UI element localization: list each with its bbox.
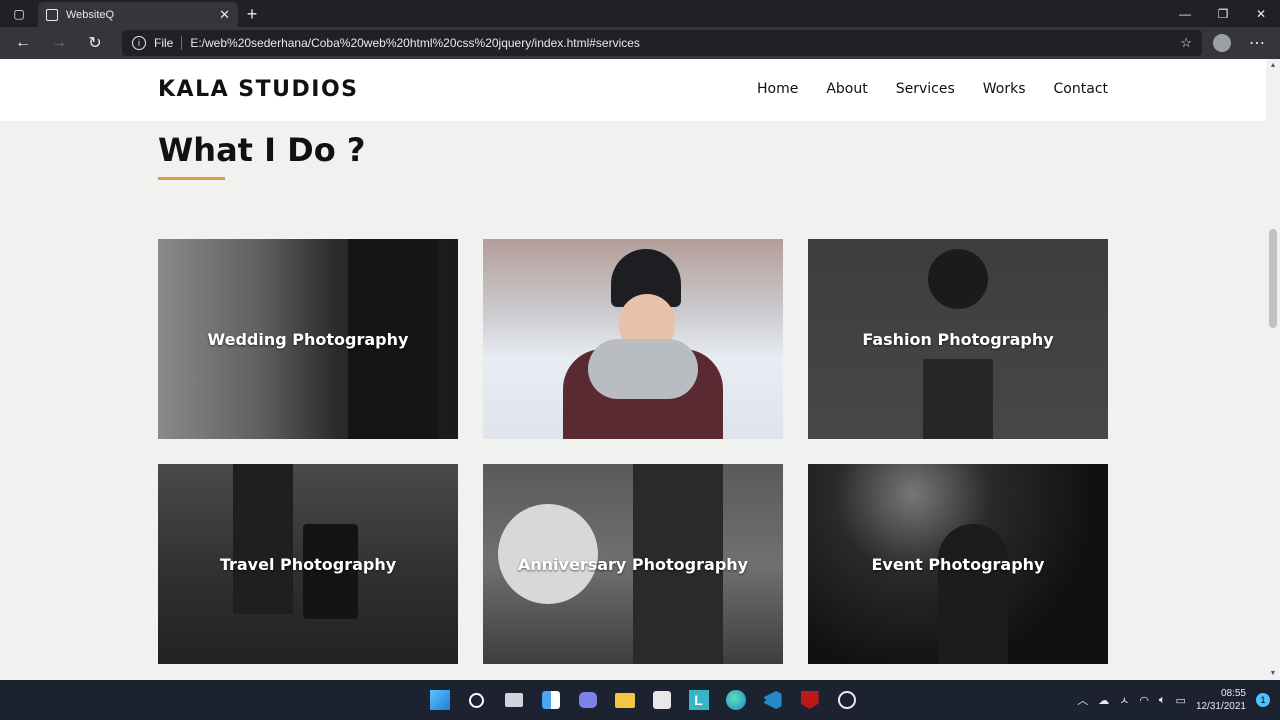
- service-card-travel[interactable]: Travel Photography: [158, 464, 458, 664]
- back-icon[interactable]: ←: [8, 29, 38, 57]
- more-options-icon[interactable]: ⋯: [1242, 33, 1272, 53]
- omnibox-divider: [181, 36, 183, 50]
- volume-icon[interactable]: 🔈︎: [1159, 694, 1166, 707]
- site-menu: Home About Services Works Contact: [757, 81, 1108, 97]
- restore-icon[interactable]: ❐: [1204, 0, 1242, 27]
- minimize-icon[interactable]: —: [1166, 0, 1204, 27]
- wifi-icon[interactable]: ◠: [1139, 694, 1149, 707]
- service-card-fashion[interactable]: Fashion Photography: [808, 239, 1108, 439]
- edge-icon[interactable]: [720, 685, 751, 716]
- site-info-icon[interactable]: i: [132, 36, 146, 50]
- portrait-photo-scarf: [588, 339, 698, 399]
- site-brand-logo[interactable]: KALA STUDIOS: [158, 77, 359, 102]
- onedrive-cloud-icon[interactable]: ☁: [1098, 694, 1109, 707]
- window-close-icon[interactable]: ✕: [1242, 0, 1280, 27]
- profile-avatar[interactable]: [1208, 29, 1236, 57]
- chevron-up-icon[interactable]: ︿: [1077, 692, 1088, 708]
- card-caption: Event Photography: [871, 554, 1045, 574]
- forward-icon[interactable]: →: [44, 29, 74, 57]
- card-caption: Fashion Photography: [862, 329, 1054, 349]
- tab-close-icon[interactable]: ✕: [219, 7, 230, 23]
- widgets-icon[interactable]: [535, 685, 566, 716]
- page-favicon-icon: [46, 8, 58, 21]
- scroll-down-icon[interactable]: ▼: [1269, 670, 1277, 677]
- fashion-photo-hair: [928, 249, 988, 309]
- input-language-icon[interactable]: ㅅ: [1119, 692, 1129, 708]
- service-card-portrait[interactable]: [483, 239, 783, 439]
- teams-chat-icon[interactable]: [572, 685, 603, 716]
- fashion-photo-skirt: [923, 359, 993, 439]
- menu-item-home[interactable]: Home: [757, 81, 798, 97]
- search-icon[interactable]: [461, 685, 492, 716]
- title-underline: [158, 177, 225, 180]
- page-viewport: KALA STUDIOS Home About Services Works C…: [0, 59, 1266, 680]
- windows-taskbar: L ︿ ☁ ㅅ ◠ 🔈︎ ▭ 08:55 12/31/2021 1: [0, 680, 1280, 720]
- notification-badge[interactable]: 1: [1256, 693, 1270, 707]
- service-card-anniversary[interactable]: Anniversary Photography: [483, 464, 783, 664]
- tab-actions-icon[interactable]: ▢: [0, 0, 38, 27]
- address-bar[interactable]: i File E:/web%20sederhana/Coba%20web%20h…: [122, 30, 1202, 56]
- menu-item-services[interactable]: Services: [896, 81, 955, 97]
- card-caption: Travel Photography: [219, 554, 397, 574]
- store-icon[interactable]: [646, 685, 677, 716]
- obs-icon[interactable]: [831, 685, 862, 716]
- event-photo-person: [938, 524, 1008, 664]
- card-caption: Wedding Photography: [207, 329, 409, 349]
- vscode-icon[interactable]: [757, 685, 788, 716]
- service-card-event[interactable]: Event Photography: [808, 464, 1108, 664]
- menu-item-about[interactable]: About: [826, 81, 867, 97]
- new-tab-button[interactable]: +: [238, 2, 266, 27]
- system-tray: ︿ ☁ ㅅ ◠ 🔈︎ ▭ 08:55 12/31/2021 1: [1077, 680, 1270, 720]
- taskbar-clock[interactable]: 08:55 12/31/2021: [1196, 687, 1246, 713]
- travel-photo-person: [233, 464, 293, 614]
- browser-tab[interactable]: WebsiteQ ✕: [38, 2, 238, 27]
- menu-item-contact[interactable]: Contact: [1054, 81, 1108, 97]
- taskbar-apps: L: [424, 680, 862, 720]
- menu-item-works[interactable]: Works: [983, 81, 1026, 97]
- profile-icon: [1213, 34, 1231, 52]
- browser-toolbar: ← → ↻ i File E:/web%20sederhana/Coba%20w…: [0, 27, 1280, 59]
- file-explorer-icon[interactable]: [609, 685, 640, 716]
- omnibox-scheme-label: File: [154, 36, 174, 50]
- refresh-icon[interactable]: ↻: [80, 29, 110, 57]
- scrollbar-thumb[interactable]: [1269, 229, 1277, 328]
- service-card-wedding[interactable]: Wedding Photography: [158, 239, 458, 439]
- battery-icon[interactable]: ▭: [1176, 694, 1186, 707]
- browser-tab-bar: ▢ WebsiteQ ✕ +: [0, 0, 1280, 27]
- page-scrollbar[interactable]: ▲ ▼: [1266, 59, 1280, 680]
- task-view-icon[interactable]: [498, 685, 529, 716]
- clock-time: 08:55: [1220, 688, 1246, 699]
- card-caption: Anniversary Photography: [517, 554, 749, 574]
- tab-title: WebsiteQ: [66, 8, 115, 21]
- windows-start-icon[interactable]: [424, 685, 455, 716]
- favorite-star-icon[interactable]: ☆: [1180, 35, 1192, 51]
- mcafee-icon[interactable]: [794, 685, 825, 716]
- section-title: What I Do ?: [158, 131, 366, 169]
- l-app-icon[interactable]: L: [683, 685, 714, 716]
- site-navbar: KALA STUDIOS Home About Services Works C…: [0, 59, 1266, 121]
- window-controls: — ❐ ✕: [1166, 0, 1280, 27]
- scroll-up-icon[interactable]: ▲: [1269, 62, 1277, 69]
- url-text[interactable]: E:/web%20sederhana/Coba%20web%20html%20c…: [190, 36, 1172, 50]
- clock-date: 12/31/2021: [1195, 701, 1246, 712]
